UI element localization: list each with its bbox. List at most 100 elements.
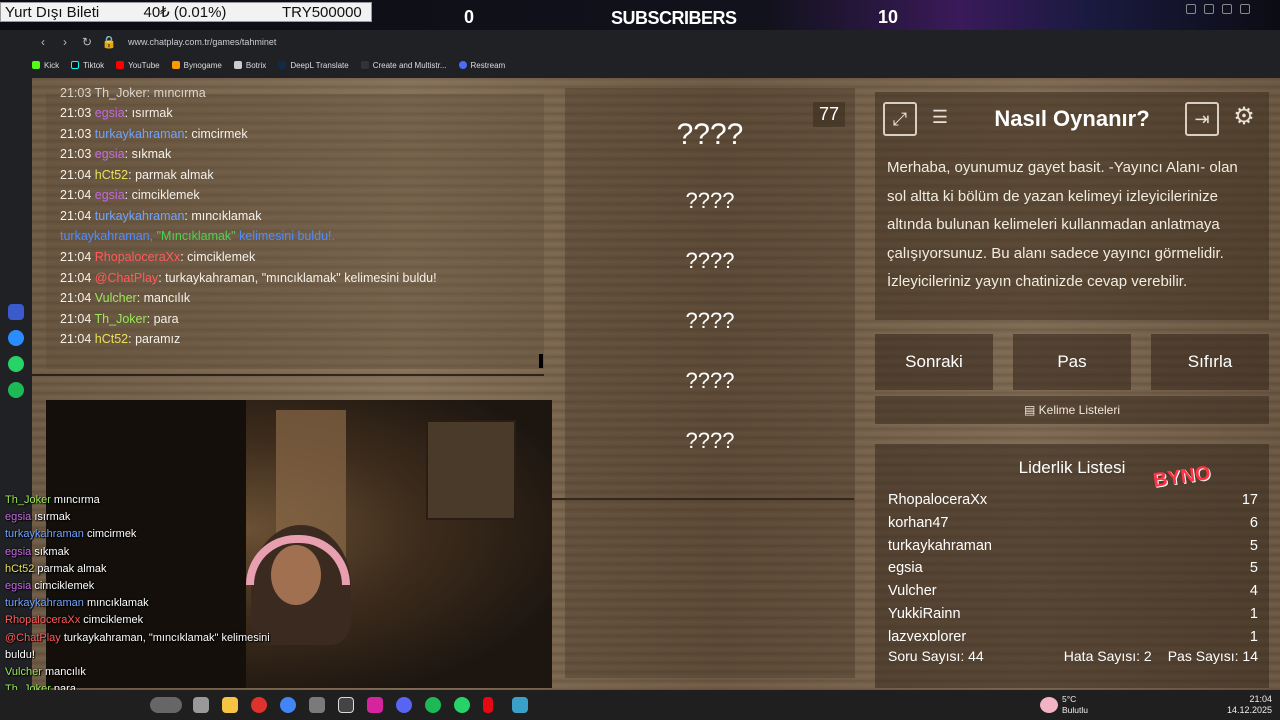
chat-message: : cimciklemek: [180, 250, 256, 264]
chat-line: 21:04 turkaykahraman: mıncıklamak: [60, 209, 262, 223]
instagram-icon[interactable]: [367, 697, 383, 713]
chat-time: 21:04: [60, 167, 95, 182]
chat-username[interactable]: hCt52: [95, 168, 128, 182]
chat-username[interactable]: Th_Joker: [95, 312, 147, 326]
bookmark-botrix[interactable]: Botrix: [233, 61, 266, 70]
chat-line: 21:03 turkaykahraman: cimcirmek: [60, 127, 248, 141]
whatsapp-icon[interactable]: [454, 697, 470, 713]
chat-time: 21:04: [60, 311, 95, 326]
obs-icon[interactable]: [338, 697, 354, 713]
bookmark-bynogame[interactable]: Bynogame: [171, 61, 222, 70]
reload-icon[interactable]: ↻: [76, 35, 98, 49]
back-icon[interactable]: ‹: [32, 35, 54, 49]
chat-line: 21:04 egsia: cimciklemek: [60, 188, 200, 202]
overlay-chat-message: parmak almak: [37, 562, 107, 575]
logout-icon[interactable]: ⇥: [1185, 102, 1219, 136]
chat-username[interactable]: egsia: [95, 106, 125, 120]
bookmark-deepl[interactable]: DeepL Translate: [278, 61, 349, 70]
discord-icon[interactable]: [396, 697, 412, 713]
leaderboard-score: 6: [1249, 514, 1258, 531]
leaderboard-row: Vulcher 4: [888, 583, 1258, 599]
leaderboard-score: 5: [1249, 560, 1258, 577]
overlay-chat-message: mancılık: [44, 666, 86, 678]
overlay-chat-user: egsia: [5, 580, 35, 592]
leaderboard-name: RhopaloceraXx: [888, 492, 988, 508]
overlay-chat-message: sıkmak: [34, 545, 70, 558]
chat-time: 21:03: [60, 147, 95, 161]
folder-icon[interactable]: [222, 697, 238, 713]
bookmark-youtube[interactable]: YouTube: [116, 61, 160, 70]
chat-time: 21:04: [60, 250, 95, 264]
chat-line: 21:04 hCt52: parmak almak: [60, 168, 214, 182]
chat-time: 21:03: [60, 126, 95, 141]
bookmark-tiktok[interactable]: Tiktok: [71, 61, 104, 70]
overlay-chat-user: turkaykahraman: [5, 528, 87, 541]
search-icon[interactable]: [1186, 4, 1196, 14]
overlay-chat-line: RhopaloceraXx cimciklemek: [5, 614, 143, 626]
opera-icon[interactable]: [251, 697, 267, 713]
how-text: Merhaba, oyunumuz gayet basit. -Yayıncı …: [887, 159, 1238, 290]
word-lists-button[interactable]: ▤ Kelime Listeleri: [875, 396, 1269, 424]
maximize-icon[interactable]: [1222, 4, 1232, 14]
chat-username[interactable]: Vulcher: [95, 291, 137, 305]
bookmark-restream[interactable]: Restream: [458, 61, 505, 70]
game-page: 21:03 Th_Joker: mıncırma 21:03 egsia: ıs…: [32, 78, 1280, 690]
pass-button[interactable]: Pas: [1013, 334, 1131, 390]
overlay-chat-user: RhopaloceraXx: [5, 614, 84, 627]
chat-time: 21:04: [60, 208, 95, 223]
window-controls: [1186, 4, 1250, 14]
overlay-chat-message: turkaykahraman, "mıncıklamak" kelimesini: [63, 631, 270, 644]
chat-username[interactable]: egsia: [95, 147, 125, 161]
chrome-icon[interactable]: [280, 697, 296, 713]
url-bar[interactable]: www.chatplay.com.tr/games/tahminet: [128, 37, 276, 47]
chat-message: : parmak almak: [128, 167, 214, 182]
spotify-icon[interactable]: [8, 382, 24, 398]
gear-icon[interactable]: ⚙: [1227, 102, 1261, 136]
next-button[interactable]: Sonraki: [875, 334, 993, 390]
chat-message: : sıkmak: [124, 147, 172, 161]
messenger-icon[interactable]: [8, 330, 24, 346]
bookmark-restream-create[interactable]: Create and Multistr...: [360, 61, 447, 70]
app-icon[interactable]: [8, 304, 24, 320]
chat-line: 21:04 hCt52: paramız: [60, 332, 180, 346]
weather-widget[interactable]: 5°C Bulutlu: [1062, 694, 1088, 716]
overlay-chat-line: hCt52 parmak almak: [5, 563, 107, 575]
bookmark-kick[interactable]: Kick: [32, 61, 59, 70]
chat-line: 21:04 Vulcher: mancılık: [60, 291, 190, 305]
chat-username[interactable]: turkaykahraman: [95, 209, 185, 223]
restream-icon: [458, 61, 467, 69]
chat-username[interactable]: egsia: [95, 188, 125, 202]
overlay-chat-message: ısırmak: [34, 511, 71, 524]
leaderboard-row: YukkiRainn 1: [888, 606, 1258, 622]
forward-icon[interactable]: ›: [54, 35, 76, 49]
camera-icon[interactable]: [309, 697, 325, 713]
chat-username[interactable]: @ChatPlay: [95, 271, 158, 285]
leaderboard-name: Vulcher: [888, 583, 937, 600]
clock[interactable]: 21:04 14.12.2025: [1227, 694, 1272, 716]
leaderboard: Liderlik Listesi BYNO RhopaloceraXx 17 kor…: [875, 444, 1269, 688]
chat-system-line: turkaykahraman, "Mıncıklamak" kelimesini…: [60, 229, 335, 243]
overlay-chat-message: mıncıklamak: [86, 597, 149, 610]
whatsapp-icon[interactable]: [8, 356, 24, 372]
chat-username[interactable]: RhopaloceraXx: [95, 250, 180, 264]
overlay-chat-line: @ChatPlay turkaykahraman, "mıncıklamak" …: [5, 632, 270, 644]
overlay-chat-message: cimcirmek: [86, 528, 137, 541]
chat-username[interactable]: hCt52: [95, 332, 128, 346]
ticker-value: 40₺ (0.01%): [143, 4, 227, 21]
reset-button[interactable]: Sıfırla: [1151, 334, 1269, 390]
car-icon[interactable]: [150, 697, 182, 713]
minimize-icon[interactable]: [1204, 4, 1214, 14]
chat-scrollbar[interactable]: [539, 354, 543, 368]
chat-username[interactable]: turkaykahraman: [95, 127, 185, 141]
spotify-icon[interactable]: [425, 697, 441, 713]
chat-time: 21:04: [60, 270, 95, 285]
cam-dark-area: [46, 400, 246, 688]
chat-line: 21:03 egsia: ısırmak: [60, 106, 173, 120]
ticker-title: Yurt Dışı Bileti: [5, 3, 100, 21]
taskview-icon[interactable]: [193, 697, 209, 713]
app-icon[interactable]: [512, 697, 528, 713]
netflix-icon[interactable]: [483, 697, 493, 713]
close-icon[interactable]: [1240, 4, 1250, 14]
hidden-word: ????: [685, 428, 735, 453]
chat-time: 21:04: [60, 291, 95, 305]
